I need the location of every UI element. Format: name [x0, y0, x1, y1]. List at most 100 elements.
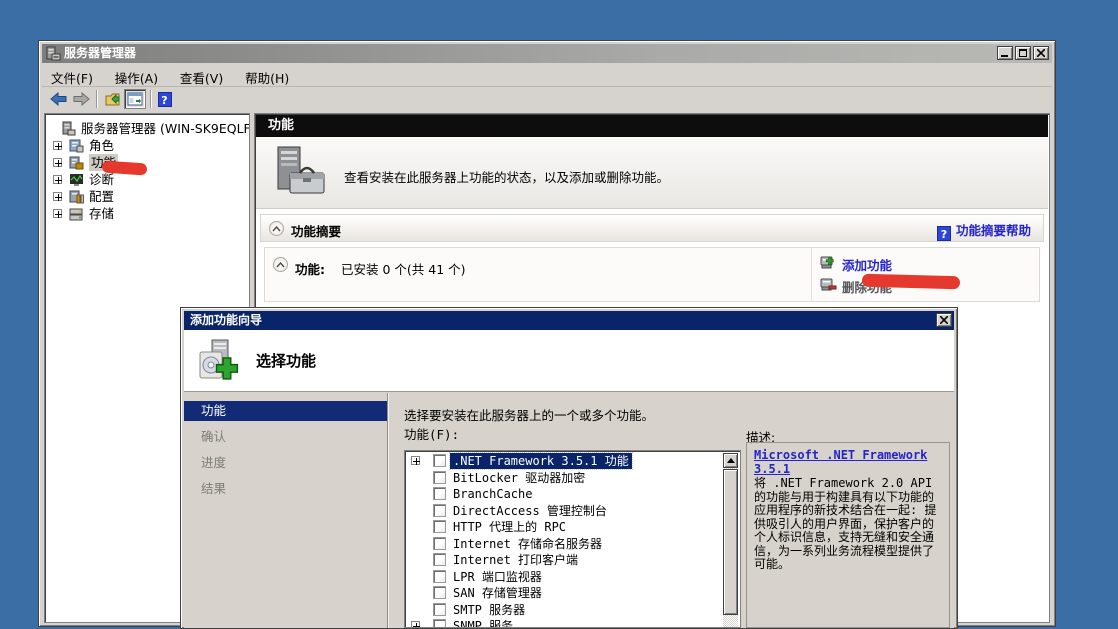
features-icon: [69, 155, 84, 170]
red-annotation-add-features: [862, 274, 960, 290]
feature-row[interactable]: BranchCache: [407, 486, 722, 502]
show-hide-tree-button[interactable]: [102, 89, 124, 109]
scroll-up-button[interactable]: [723, 453, 738, 468]
dialog-titlebar[interactable]: 添加功能向导: [184, 311, 954, 330]
instruction-text: 选择要安装在此服务器上的一个或多个功能。: [404, 405, 654, 424]
checkbox[interactable]: [433, 520, 446, 533]
menu-action[interactable]: 操作(A): [106, 65, 167, 86]
checkbox[interactable]: [433, 471, 446, 484]
feature-row[interactable]: LPR 端口监视器: [407, 569, 722, 585]
features-banner: 查看安装在此服务器上功能的状态，以及添加或删除功能。: [256, 137, 1048, 209]
feature-row[interactable]: SMTP 服务器: [407, 602, 722, 618]
features-summary-header: 功能摘要 ?功能摘要帮助: [260, 214, 1044, 242]
folder-icon: [105, 92, 122, 107]
checkbox[interactable]: [433, 454, 446, 467]
expand-icon[interactable]: [411, 621, 420, 627]
up-arrow-icon: [727, 458, 735, 463]
add-features-wizard-dialog: 添加功能向导 选择功能 功能 确认 进度: [180, 307, 958, 629]
checkbox[interactable]: [433, 553, 446, 566]
forward-arrow-icon: [72, 92, 90, 106]
feature-row[interactable]: DirectAccess 管理控制台: [407, 503, 722, 519]
menu-help[interactable]: 帮助(H): [236, 65, 298, 86]
feature-row[interactable]: .NET Framework 3.5.1 功能: [407, 453, 722, 469]
minimize-button[interactable]: [997, 46, 1013, 60]
checkbox[interactable]: [433, 603, 446, 616]
forward-button[interactable]: [70, 89, 92, 109]
description-box: Microsoft .NET Framework 3.5.1 将 .NET Fr…: [746, 442, 950, 628]
storage-icon: [69, 206, 84, 221]
banner-text: 查看安装在此服务器上功能的状态，以及添加或删除功能。: [344, 167, 669, 186]
help-icon: ?: [158, 92, 172, 107]
description-text: 将 .NET Framework 2.0 API 的功能与用于构建具有以下功能的…: [754, 477, 942, 572]
wizard-content: 选择要安装在此服务器上的一个或多个功能。 功能(F): .NET Framewo…: [389, 393, 954, 628]
toolbar: ?: [42, 86, 1052, 111]
dialog-title: 添加功能向导: [190, 313, 262, 327]
feature-row[interactable]: SAN 存储管理器: [407, 585, 722, 601]
step-confirmation: 确认: [184, 427, 387, 447]
expand-icon[interactable]: [53, 141, 62, 150]
close-icon: [940, 316, 948, 324]
checkbox[interactable]: [433, 504, 446, 517]
dialog-body: 功能 确认 进度 结果 选择要安装在此服务器上的一个或多个功能。 功能(F): …: [184, 393, 954, 628]
tree-item-label: 存储: [89, 205, 114, 222]
expand-icon[interactable]: [53, 209, 62, 218]
roles-icon: [69, 138, 84, 153]
help-icon: ?: [937, 226, 951, 241]
tree-item-label: 配置: [89, 188, 114, 205]
step-features: 功能: [184, 401, 387, 421]
menu-view[interactable]: 查看(V): [171, 65, 232, 86]
dialog-heading: 选择功能: [256, 330, 316, 392]
dialog-close-button[interactable]: [936, 313, 952, 327]
tree-item-label: 诊断: [89, 171, 114, 188]
remove-features-icon: [820, 277, 837, 292]
expand-icon[interactable]: [411, 456, 420, 465]
step-progress: 进度: [184, 453, 387, 473]
features-count-value: 已安装 0 个(共 41 个): [341, 259, 466, 278]
server-manager-icon: [46, 46, 61, 61]
server-manager-icon: [61, 121, 76, 136]
features-toolbox-icon: [272, 145, 330, 201]
back-arrow-icon: [50, 92, 68, 106]
help-button[interactable]: ?: [156, 89, 178, 109]
close-icon: [1037, 49, 1045, 57]
dialog-header: 选择功能: [184, 330, 954, 392]
collapse-button[interactable]: [269, 221, 284, 236]
checkbox[interactable]: [433, 537, 446, 550]
window-title: 服务器管理器: [64, 46, 136, 60]
feature-row[interactable]: Internet 存储命名服务器: [407, 536, 722, 552]
page-title: 功能: [268, 118, 294, 133]
feature-row[interactable]: Internet 打印客户端: [407, 552, 722, 568]
summary-help-link[interactable]: ?功能摘要帮助: [937, 220, 1031, 241]
feature-row[interactable]: SNMP 服务: [407, 618, 722, 627]
diagnostics-icon: [69, 172, 84, 187]
scrollbar-thumb[interactable]: [723, 469, 738, 615]
step-results: 结果: [184, 479, 387, 499]
menu-file[interactable]: 文件(F): [42, 65, 102, 86]
checkbox[interactable]: [433, 487, 446, 500]
description-link[interactable]: Microsoft .NET Framework 3.5.1: [754, 448, 927, 476]
expand-icon[interactable]: [53, 175, 62, 184]
console-window-icon: [127, 92, 143, 106]
checkbox[interactable]: [433, 586, 446, 599]
add-features-link[interactable]: 添加功能: [842, 255, 892, 274]
maximize-button[interactable]: [1015, 46, 1031, 60]
menu-bar: 文件(F) 操作(A) 查看(V) 帮助(H): [42, 65, 1052, 86]
feature-row[interactable]: HTTP 代理上的 RPC: [407, 519, 722, 535]
collapse-button[interactable]: [273, 257, 288, 272]
list-scrollbar[interactable]: [723, 453, 738, 627]
checkbox[interactable]: [433, 619, 446, 627]
close-button[interactable]: [1033, 46, 1049, 60]
tree-item-label: 角色: [89, 137, 114, 154]
feature-row[interactable]: BitLocker 驱动器加密: [407, 470, 722, 486]
toolbar-separator: [150, 90, 152, 108]
toolbar-separator: [96, 90, 98, 108]
summary-title: 功能摘要: [291, 221, 341, 240]
console-properties-button[interactable]: [124, 89, 146, 109]
back-button[interactable]: [48, 89, 70, 109]
expand-icon[interactable]: [53, 192, 62, 201]
expand-icon[interactable]: [53, 158, 62, 167]
checkbox[interactable]: [433, 570, 446, 583]
features-count-label: 功能:: [295, 259, 325, 278]
window-titlebar[interactable]: 服务器管理器: [42, 44, 1052, 63]
configuration-icon: [69, 189, 84, 204]
